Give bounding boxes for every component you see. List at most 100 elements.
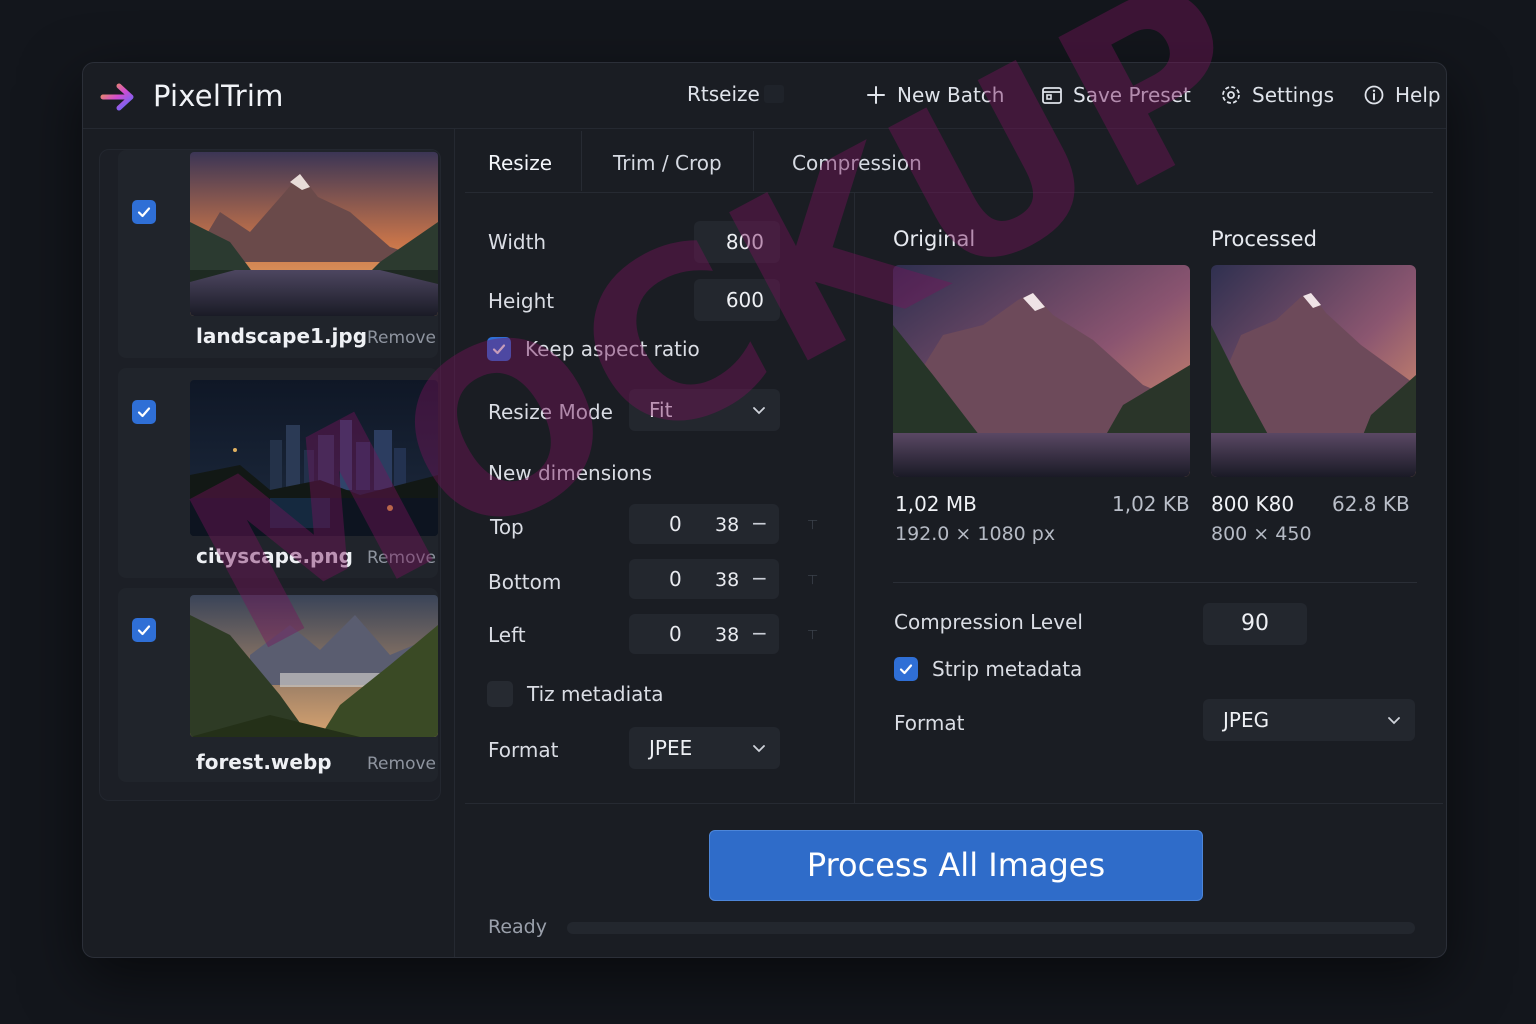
- original-file-size-alt: 1,02 KB: [1112, 492, 1190, 516]
- remove-link[interactable]: Remove: [367, 754, 436, 774]
- keep-aspect-checkbox[interactable]: [487, 337, 511, 361]
- output-format-value: JPEG: [1223, 708, 1270, 732]
- keep-aspect-label: Keep aspect ratio: [525, 337, 700, 361]
- save-preset-button[interactable]: Save Preset: [1041, 83, 1191, 107]
- keep-aspect-toggle[interactable]: Keep aspect ratio: [487, 337, 700, 361]
- checkmark-icon: [492, 344, 506, 355]
- file-checkbox[interactable]: [132, 618, 156, 642]
- file-checkbox[interactable]: [132, 200, 156, 224]
- file-item[interactable]: cityscape.png Remove: [118, 368, 438, 578]
- metadata-toggle[interactable]: Tiz metadiata: [487, 681, 664, 707]
- settings-label: Settings: [1252, 83, 1335, 107]
- trim-top-tick: ⊤: [807, 518, 819, 533]
- file-name: landscape1.jpg: [196, 324, 368, 348]
- format-select[interactable]: JPEE: [629, 727, 780, 769]
- new-batch-label: New Batch: [897, 83, 1005, 107]
- strip-metadata-checkbox[interactable]: [894, 657, 918, 681]
- output-format-select[interactable]: JPEG: [1203, 699, 1415, 741]
- trim-top-secondary: 38: [715, 514, 740, 536]
- checkmark-icon: [137, 407, 151, 418]
- metadata-label: Tiz metadiata: [527, 682, 664, 706]
- checkmark-icon: [899, 664, 913, 675]
- file-thumbnail: [190, 152, 438, 316]
- tab-resize[interactable]: Resize: [488, 151, 552, 175]
- compression-level-input[interactable]: 90: [1203, 603, 1307, 645]
- height-label: Height: [488, 289, 555, 313]
- resize-mode-label: Resize Mode: [488, 400, 613, 424]
- processed-preview-image: [1211, 265, 1416, 477]
- info-icon: [1364, 85, 1384, 105]
- save-preset-icon: [1042, 87, 1062, 104]
- rtseize-menu[interactable]: Rtseize: [687, 82, 784, 106]
- remove-link[interactable]: Remove: [367, 328, 436, 348]
- format-value: JPEE: [649, 736, 693, 760]
- file-item[interactable]: forest.webp Remove: [118, 588, 438, 782]
- file-name: forest.webp: [196, 750, 332, 774]
- processed-file-size-alt: 62.8 KB: [1332, 492, 1410, 516]
- process-all-button[interactable]: Process All Images: [709, 830, 1203, 901]
- gear-icon: [1222, 86, 1240, 104]
- trim-top-label: Top: [490, 515, 524, 539]
- trim-bottom-tick: ⊤: [807, 573, 819, 588]
- width-input[interactable]: 800: [694, 221, 780, 263]
- trim-top-decrement[interactable]: −: [751, 511, 768, 535]
- file-checkbox[interactable]: [132, 400, 156, 424]
- resize-mode-value: Fit: [649, 398, 673, 422]
- help-button[interactable]: Help: [1363, 83, 1441, 107]
- chevron-down-icon: [753, 745, 765, 753]
- trim-left-secondary: 38: [715, 624, 740, 646]
- processed-file-size: 800 K80: [1211, 492, 1295, 516]
- processed-title: Processed: [1211, 227, 1317, 251]
- trim-left-input[interactable]: 0 38 −: [629, 614, 779, 654]
- tab-divider: [753, 131, 754, 191]
- tab-divider: [581, 131, 582, 191]
- settings-tabs: Resize Trim / Crop Compression: [465, 129, 1433, 193]
- checkmark-icon: [137, 207, 151, 218]
- file-thumbnail: [190, 595, 438, 737]
- chevron-down-icon: [1388, 717, 1400, 725]
- help-label: Help: [1395, 83, 1441, 107]
- trim-bottom-value: 0: [669, 567, 682, 591]
- trim-bottom-input[interactable]: 0 38 −: [629, 559, 779, 599]
- new-dimensions-label: New dimensions: [488, 461, 653, 485]
- app-title: PixelTrim: [153, 79, 284, 113]
- preview-divider: [893, 582, 1417, 583]
- resize-settings-panel: Width 800 Height 600 Keep aspect ratio R…: [465, 193, 855, 803]
- checkmark-icon: [137, 625, 151, 636]
- strip-metadata-label: Strip metadata: [932, 657, 1083, 681]
- chevron-down-icon: [753, 407, 765, 415]
- new-batch-button[interactable]: New Batch: [865, 83, 1004, 107]
- original-preview-image: [893, 265, 1190, 477]
- compression-level-label: Compression Level: [894, 610, 1083, 634]
- trim-bottom-label: Bottom: [488, 570, 562, 594]
- remove-link[interactable]: Remove: [367, 548, 436, 568]
- original-dimensions: 192.0 × 1080 px: [895, 523, 1056, 545]
- footer-divider: [465, 803, 1443, 804]
- original-title: Original: [893, 227, 976, 251]
- file-sidebar: landscape1.jpg Remove cityscape.png Remo…: [83, 129, 455, 957]
- output-format-label: Format: [894, 711, 965, 735]
- status-text: Ready: [488, 916, 547, 938]
- save-preset-label: Save Preset: [1073, 83, 1191, 107]
- strip-metadata-toggle[interactable]: Strip metadata: [894, 657, 1082, 681]
- rtseize-label: Rtseize: [687, 82, 760, 106]
- trim-top-input[interactable]: 0 38 −: [629, 504, 779, 544]
- title-bar: PixelTrim Rtseize New Batch Save Preset …: [83, 63, 1446, 129]
- app-window: PixelTrim Rtseize New Batch Save Preset …: [82, 62, 1447, 958]
- plus-icon: [867, 86, 885, 104]
- rtseize-indicator: [763, 85, 784, 103]
- preview-panel: Original Processed 1,02 MB 1,02 KB 192.0…: [883, 193, 1433, 803]
- file-thumbnail: [190, 380, 438, 536]
- metadata-checkbox[interactable]: [487, 681, 513, 707]
- tab-trim-crop[interactable]: Trim / Crop: [613, 151, 722, 175]
- height-input[interactable]: 600: [694, 279, 780, 321]
- trim-bottom-decrement[interactable]: −: [751, 566, 768, 590]
- resize-mode-select[interactable]: Fit: [629, 389, 780, 431]
- width-label: Width: [488, 230, 547, 254]
- tab-compression[interactable]: Compression: [792, 151, 922, 175]
- trim-left-decrement[interactable]: −: [751, 621, 768, 645]
- app-logo-icon: [100, 83, 134, 111]
- file-item[interactable]: landscape1.jpg Remove: [118, 150, 438, 358]
- file-list[interactable]: landscape1.jpg Remove cityscape.png Remo…: [99, 149, 441, 801]
- settings-button[interactable]: Settings: [1220, 83, 1334, 107]
